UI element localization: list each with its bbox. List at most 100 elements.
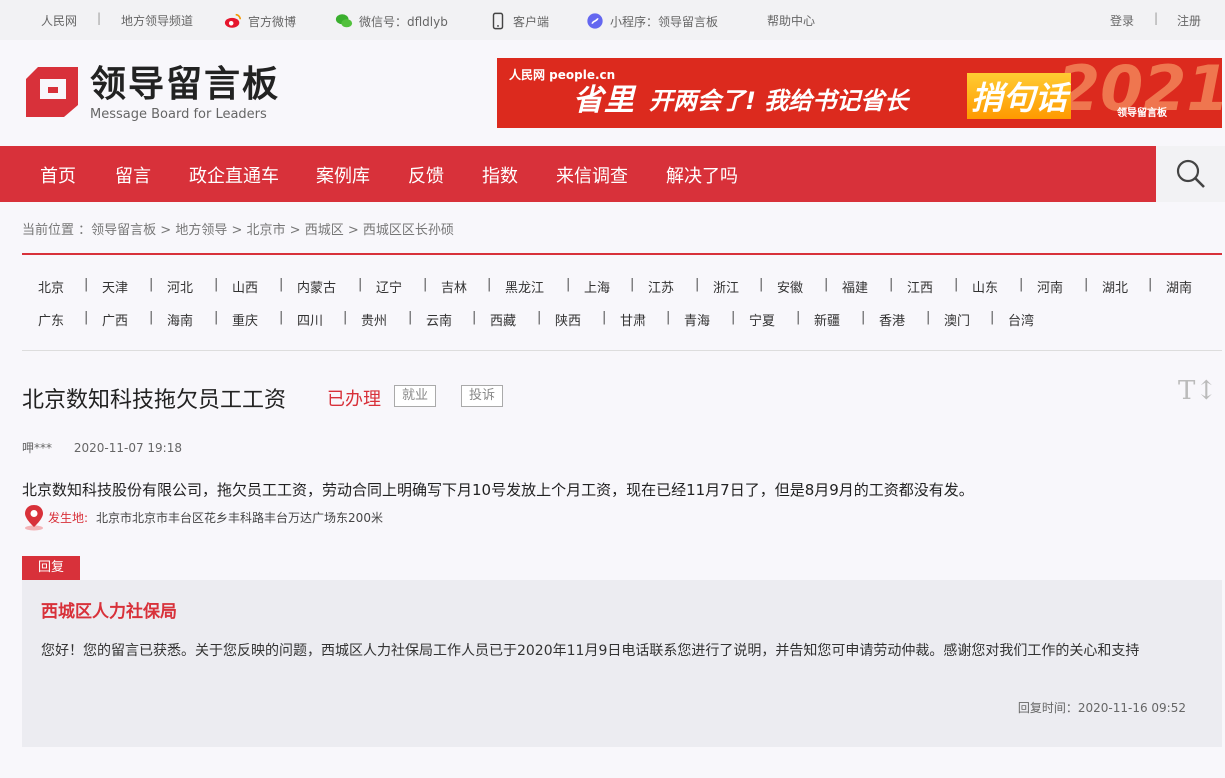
region-separator: | <box>602 310 607 325</box>
region-link[interactable]: 黑龙江 <box>505 277 544 296</box>
region-link[interactable]: 辽宁 <box>376 277 402 296</box>
tag-employment[interactable]: 就业 <box>394 385 437 407</box>
weibo-icon <box>224 13 242 28</box>
breadcrumb-item[interactable]: 领导留言板 <box>91 223 156 238</box>
header: 领导留言板 Message Board for Leaders 2021 人民网… <box>0 40 1225 146</box>
wechat-link[interactable]: 微信号：dfldlyb <box>335 12 448 30</box>
region-separator: | <box>423 277 428 292</box>
region-link[interactable]: 重庆 <box>232 310 258 329</box>
weibo-link-label: 官方微博 <box>248 14 297 29</box>
region-separator: | <box>1019 277 1024 292</box>
banner-text-b: 开两会了! 我给书记省长 <box>649 87 909 115</box>
region-link[interactable]: 山东 <box>972 277 998 296</box>
region-link[interactable]: 河北 <box>167 277 193 296</box>
region-link[interactable]: 福建 <box>842 277 868 296</box>
region-link[interactable]: 陕西 <box>555 310 581 329</box>
region-separator: | <box>759 277 764 292</box>
help-link[interactable]: 帮助中心 <box>767 12 815 29</box>
breadcrumb-item[interactable]: 西城区区长孙硕 <box>363 223 454 238</box>
region-link[interactable]: 台湾 <box>1008 310 1034 329</box>
breadcrumb-item[interactable]: 北京市 <box>247 223 286 238</box>
region-separator: | <box>149 310 154 325</box>
logo-mark-icon <box>26 67 78 117</box>
miniprogram-link[interactable]: 小程序：领导留言板 <box>586 12 718 30</box>
nav-cases[interactable]: 案例库 <box>316 162 370 188</box>
app-link[interactable]: 客户端 <box>489 12 549 30</box>
region-link[interactable]: 内蒙古 <box>297 277 336 296</box>
region-link[interactable]: 海南 <box>167 310 193 329</box>
region-separator: | <box>796 310 801 325</box>
wechat-icon <box>335 14 353 28</box>
register-link[interactable]: 注册 <box>1177 12 1201 29</box>
app-link-label: 客户端 <box>513 14 550 29</box>
region-separator: | <box>279 310 284 325</box>
breadcrumb-item[interactable]: 地方领导 <box>175 223 227 238</box>
region-separator: | <box>566 277 571 292</box>
nav-resolved[interactable]: 解决了吗 <box>666 162 738 188</box>
register-link-label: 注册 <box>1177 14 1202 28</box>
topbar-separator: | <box>97 11 102 25</box>
region-separator: | <box>84 310 89 325</box>
login-link[interactable]: 登录 <box>1110 12 1134 29</box>
region-link[interactable]: 云南 <box>426 310 452 329</box>
region-link[interactable]: 香港 <box>879 310 905 329</box>
region-link[interactable]: 天津 <box>102 277 128 296</box>
location-pin-icon <box>25 505 43 531</box>
region-separator: | <box>630 277 635 292</box>
reply-tab: 回复 <box>22 556 80 580</box>
region-link[interactable]: 广东 <box>38 310 64 329</box>
region-link[interactable]: 宁夏 <box>749 310 775 329</box>
nav-enterprise[interactable]: 政企直通车 <box>189 162 279 188</box>
region-link[interactable]: 安徽 <box>777 277 803 296</box>
location-address: 北京市北京市丰台区花乡丰科路丰台万达广场东200米 <box>96 510 383 525</box>
search-button[interactable] <box>1156 146 1225 202</box>
nav-home[interactable]: 首页 <box>40 162 76 188</box>
breadcrumb-sep: > <box>285 223 305 238</box>
region-link[interactable]: 湖南 <box>1166 277 1192 296</box>
region-link[interactable]: 山西 <box>232 277 258 296</box>
tag-complaint[interactable]: 投诉 <box>461 385 504 407</box>
region-link[interactable]: 新疆 <box>814 310 840 329</box>
region-separator: | <box>408 310 413 325</box>
nav-message[interactable]: 留言 <box>115 162 151 188</box>
location-label: 发生地: <box>48 510 89 525</box>
font-size-icon[interactable]: T↕ <box>1178 376 1217 406</box>
promo-banner[interactable]: 2021 人民网 people.cn 省里 开两会了! 我给书记省长 捎句话 领… <box>497 58 1222 128</box>
region-link[interactable]: 北京 <box>38 277 64 296</box>
main-nav: 首页 留言 政企直通车 案例库 反馈 指数 来信调查 解决了吗 <box>0 146 1225 202</box>
region-separator: | <box>990 310 995 325</box>
region-link[interactable]: 澳门 <box>944 310 970 329</box>
logo-title: 领导留言板 <box>90 64 281 105</box>
region-separator: | <box>889 277 894 292</box>
region-link[interactable]: 湖北 <box>1102 277 1128 296</box>
people-link[interactable]: 人民网 <box>41 12 77 29</box>
region-separator: | <box>861 310 866 325</box>
region-separator: | <box>824 277 829 292</box>
channel-link[interactable]: 地方领导频道 <box>121 12 193 29</box>
site-logo[interactable]: 领导留言板 Message Board for Leaders <box>24 65 280 123</box>
breadcrumb-sep: > <box>227 223 247 238</box>
message-date: 2020-11-07 19:18 <box>73 441 182 455</box>
nav-index[interactable]: 指数 <box>482 162 518 188</box>
region-link[interactable]: 吉林 <box>441 277 467 296</box>
region-link[interactable]: 浙江 <box>713 277 739 296</box>
region-link[interactable]: 江苏 <box>648 277 674 296</box>
breadcrumb-item[interactable]: 西城区 <box>305 223 344 238</box>
breadcrumb: 当前位置 ：领导留言板 > 地方领导 > 北京市 > 西城区 > 西城区区长孙硕 <box>22 219 454 238</box>
region-link[interactable]: 甘肃 <box>620 310 646 329</box>
region-link[interactable]: 青海 <box>684 310 710 329</box>
region-link[interactable]: 西藏 <box>490 310 516 329</box>
nav-survey[interactable]: 来信调查 <box>556 162 628 188</box>
nav-feedback[interactable]: 反馈 <box>408 162 444 188</box>
region-link[interactable]: 广西 <box>102 310 128 329</box>
weibo-link[interactable]: 官方微博 <box>224 12 296 30</box>
region-link[interactable]: 河南 <box>1037 277 1063 296</box>
message-body: 北京数知科技股份有限公司，拖欠员工工资，劳动合同上明确写下月10号发放上个月工资… <box>22 481 974 499</box>
region-separator: | <box>926 310 931 325</box>
region-link[interactable]: 上海 <box>584 277 610 296</box>
region-link[interactable]: 江西 <box>907 277 933 296</box>
banner-text-a: 省里 <box>573 83 635 118</box>
region-link[interactable]: 四川 <box>297 310 323 329</box>
region-link[interactable]: 贵州 <box>361 310 387 329</box>
reply-time-value: 2020-11-16 09:52 <box>1077 701 1186 715</box>
